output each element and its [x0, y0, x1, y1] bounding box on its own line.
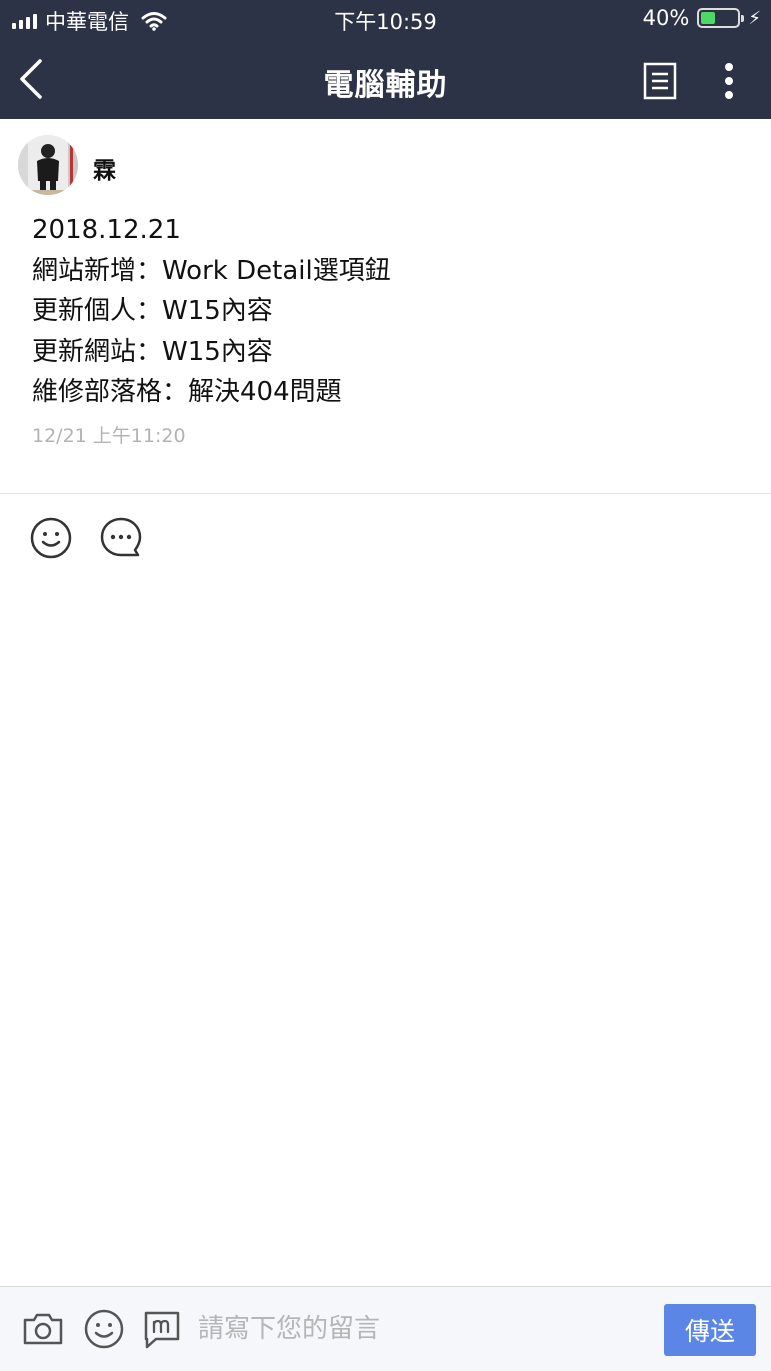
bolt-icon: ⚡	[748, 7, 761, 29]
nav-bar: 電腦輔助	[0, 40, 771, 119]
battery-icon	[697, 8, 745, 28]
avatar[interactable]	[18, 135, 78, 195]
camera-icon[interactable]	[21, 1307, 65, 1351]
sticker-icon[interactable]	[82, 1307, 126, 1351]
post-line: 更新個人：W15內容	[32, 296, 273, 326]
post-timestamp: 12/21 上午11:20	[32, 425, 186, 447]
author-name[interactable]: 霖	[93, 151, 116, 185]
post-content: 2018.12.21 網站新增：Work Detail選項鈕 更新個人：W15內…	[32, 210, 391, 413]
mention-icon[interactable]	[140, 1307, 184, 1351]
smiley-icon[interactable]	[28, 515, 74, 561]
status-bar: 中華電信 下午10:59 40% ⚡	[0, 0, 771, 40]
post-line: 2018.12.21	[32, 215, 181, 245]
post-line: 維修部落格：解決404問題	[32, 377, 342, 407]
speech-bubble-icon[interactable]	[98, 515, 144, 561]
notes-icon[interactable]	[640, 60, 680, 102]
comment-input[interactable]	[198, 1305, 638, 1353]
divider	[0, 493, 771, 494]
app-header: 中華電信 下午10:59 40% ⚡ 電腦輔助	[0, 0, 771, 119]
comment-bar: 傳送	[0, 1286, 771, 1371]
post-line: 更新網站：W15內容	[32, 336, 273, 367]
battery-level	[701, 12, 716, 24]
post-line: 網站新增：Work Detail選項鈕	[32, 255, 391, 286]
more-vertical-icon[interactable]	[714, 60, 744, 102]
battery-percent: 40%	[642, 6, 690, 30]
send-button[interactable]: 傳送	[664, 1304, 756, 1356]
